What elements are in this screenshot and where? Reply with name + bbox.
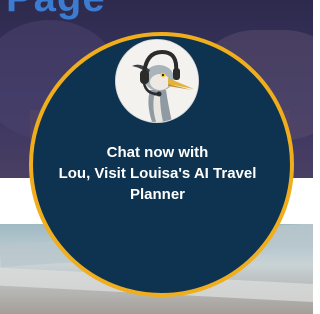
chat-label-line2: Lou, Visit Louisa's AI Travel (58, 165, 257, 182)
chat-label-line3: Planner (129, 186, 186, 203)
chat-label-line1: Chat now with (106, 144, 209, 161)
chatbot-avatar[interactable] (116, 40, 198, 122)
page-heading-fragment: Page (6, 0, 106, 21)
chat-widget-label[interactable]: Chat now with Lou, Visit Louisa's AI Tra… (40, 142, 275, 205)
heron-with-headset-icon (116, 40, 198, 122)
